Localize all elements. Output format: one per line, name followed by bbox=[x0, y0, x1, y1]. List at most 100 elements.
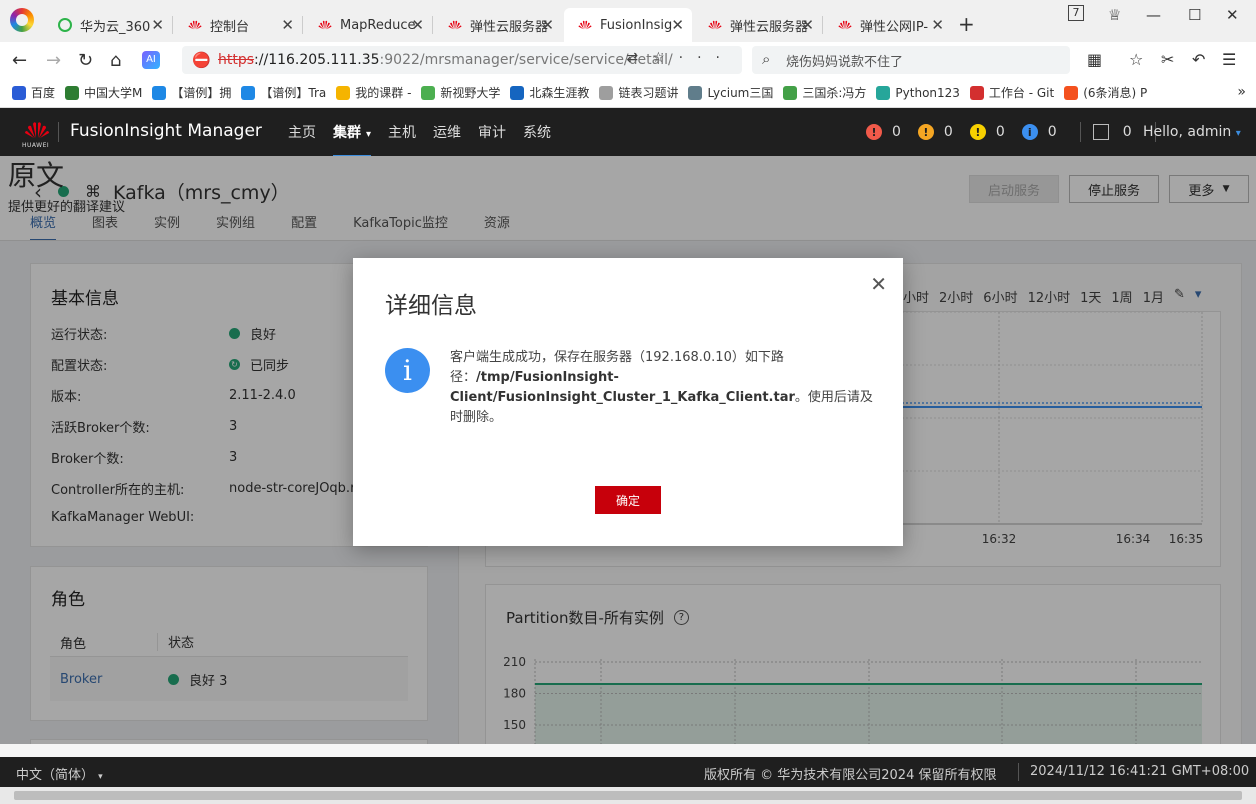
huawei-logo-text: HUAWEI bbox=[22, 142, 50, 149]
minor-alarm-icon: ! bbox=[969, 124, 986, 140]
insecure-lock-icon[interactable]: ⛔ bbox=[192, 51, 211, 69]
bookmark-label: 我的课群 - bbox=[355, 86, 412, 100]
nav-item[interactable]: 主机 bbox=[388, 122, 416, 142]
tab-count-icon[interactable]: 7 bbox=[1068, 5, 1084, 21]
bookmark-item[interactable]: 百度 bbox=[12, 84, 55, 101]
bookmark-item[interactable]: 工作台 - Git bbox=[969, 84, 1054, 101]
close-window-icon[interactable]: ✕ bbox=[1226, 6, 1239, 24]
language-selector[interactable]: 中文（简体） ▾ bbox=[16, 764, 103, 783]
menu-icon[interactable]: ☰ bbox=[1222, 50, 1236, 69]
bookmark-item[interactable]: (6条消息) P bbox=[1064, 84, 1147, 101]
forward-icon[interactable]: → bbox=[46, 50, 61, 71]
huawei-icon bbox=[188, 18, 202, 32]
search-icon: ⌕ bbox=[762, 50, 771, 68]
bookmark-item[interactable]: 我的课群 - bbox=[336, 84, 411, 101]
browser-tab[interactable]: 华为云_360 ✕ bbox=[44, 8, 172, 42]
browser-tab[interactable]: 弹性云服务器 ✕ bbox=[434, 8, 562, 42]
search-text: 烧伤妈妈说款不住了 bbox=[786, 54, 904, 70]
bookmark-label: 【谱例】拥 bbox=[171, 86, 232, 100]
close-tab-icon[interactable]: ✕ bbox=[801, 16, 814, 34]
browser-tab[interactable]: 控制台 ✕ bbox=[174, 8, 302, 42]
tab-title: 弹性云服务器 bbox=[470, 19, 549, 35]
nav-item[interactable]: 主页 bbox=[288, 122, 316, 142]
reload-icon[interactable]: ↻ bbox=[78, 50, 93, 71]
shirt-skin-icon[interactable]: ♕ bbox=[1108, 6, 1121, 24]
copyright-text: 版权所有 © 华为技术有限公司2024 保留所有权限 bbox=[704, 768, 997, 783]
browser-tab[interactable]: FusionInsig ✕ bbox=[564, 8, 692, 42]
nav-item-label: 审计 bbox=[478, 125, 507, 141]
maximize-icon[interactable]: ☐ bbox=[1188, 6, 1201, 24]
tab-title: 控制台 bbox=[210, 19, 250, 35]
more-dots-icon[interactable]: ··· bbox=[679, 50, 734, 66]
nav-item[interactable]: 系统 bbox=[523, 122, 551, 142]
tab-title: 弹性云服务器 bbox=[730, 19, 809, 35]
close-tab-icon[interactable]: ✕ bbox=[411, 16, 424, 34]
nav-item[interactable]: 运维 bbox=[433, 122, 461, 142]
bookmark-item[interactable]: 中国大学M bbox=[65, 84, 142, 101]
bookmark-favicon-icon bbox=[876, 85, 891, 100]
bookmark-item[interactable]: Lycium三国 bbox=[688, 84, 773, 101]
bookmark-favicon-icon bbox=[599, 85, 614, 100]
bookmark-label: (6条消息) P bbox=[1083, 86, 1148, 100]
bookmark-item[interactable]: Python123 bbox=[876, 84, 960, 101]
horizontal-scrollbar[interactable] bbox=[0, 787, 1256, 804]
alarm-counter[interactable]: i0 bbox=[1021, 122, 1057, 142]
favorite-star-icon[interactable]: ☆ bbox=[652, 50, 679, 66]
dialog-message: 客户端生成成功，保存在服务器（192.168.0.10）如下路径：/tmp/Fu… bbox=[450, 348, 880, 428]
caret-down-icon: ▾ bbox=[366, 129, 372, 140]
url-scheme: https bbox=[218, 52, 255, 68]
minimize-icon[interactable]: — bbox=[1146, 6, 1161, 24]
url-input[interactable]: ⛔ https://116.205.111.35:9022/mrsmanager… bbox=[182, 46, 742, 74]
bookmark-favicon-icon bbox=[510, 85, 525, 100]
close-tab-icon[interactable]: ✕ bbox=[151, 16, 164, 34]
alarm-counter[interactable]: ! 0 bbox=[917, 122, 953, 142]
bookmark-favicon-icon bbox=[421, 85, 436, 100]
close-tab-icon[interactable]: ✕ bbox=[281, 16, 294, 34]
nav-item-label: 系统 bbox=[523, 125, 552, 141]
home-icon[interactable]: ⌂ bbox=[110, 50, 121, 71]
user-greeting: Hello, admin bbox=[1143, 124, 1232, 140]
bookmark-item[interactable]: 【谱例】Tra bbox=[241, 84, 326, 101]
nav-item[interactable]: 集群 ▾ bbox=[333, 122, 372, 158]
close-icon[interactable]: ✕ bbox=[870, 272, 887, 296]
browser-logo-icon[interactable] bbox=[10, 8, 34, 32]
confirm-button[interactable]: 确定 bbox=[595, 486, 661, 514]
bookmark-favicon-icon bbox=[783, 85, 798, 100]
tab-title: 弹性公网IP- bbox=[860, 19, 929, 35]
new-tab-icon[interactable]: + bbox=[958, 12, 975, 36]
nav-item[interactable]: 审计 bbox=[478, 122, 506, 142]
close-tab-icon[interactable]: ✕ bbox=[541, 16, 554, 34]
user-menu[interactable]: Hello, admin ▾ bbox=[1143, 124, 1241, 140]
apps-grid-icon[interactable]: ▦ bbox=[1087, 50, 1102, 69]
bookmark-item[interactable]: 北森生涯教 bbox=[510, 84, 589, 101]
undo-icon[interactable]: ↶ bbox=[1192, 50, 1205, 69]
bookmarks-overflow-icon[interactable]: » bbox=[1237, 84, 1246, 100]
bookmark-favicon-icon bbox=[152, 85, 167, 100]
browser-tab[interactable]: 弹性公网IP- ✕ bbox=[824, 8, 952, 42]
bookmark-item[interactable]: 【谱例】拥 bbox=[152, 84, 231, 101]
alarm-counter[interactable]: ! 0 bbox=[866, 122, 901, 142]
tab-divider bbox=[822, 16, 823, 34]
browser-tab[interactable]: 弹性云服务器 ✕ bbox=[694, 8, 822, 42]
browser-tab[interactable]: MapReduce ✕ bbox=[304, 8, 432, 42]
major-alarm-icon: ! bbox=[917, 124, 934, 140]
bookmark-favicon-icon bbox=[688, 85, 703, 100]
bookmark-item[interactable]: 新视野大学 bbox=[421, 84, 500, 101]
ai-assistant-icon[interactable]: AI bbox=[142, 51, 160, 69]
alarm-summary: ! 0 ! 0 ! 0 i 0 0 bbox=[866, 122, 1168, 142]
favorites-list-icon[interactable]: ☆ bbox=[1129, 50, 1143, 69]
search-input[interactable]: ⌕ 烧伤妈妈说款不住了 bbox=[752, 46, 1070, 74]
back-icon[interactable]: ← bbox=[12, 50, 27, 71]
alarm-counter[interactable]: ! 0 bbox=[969, 122, 1005, 142]
tab-divider bbox=[172, 16, 173, 34]
scissors-icon[interactable]: ✂ bbox=[1161, 50, 1174, 69]
bookmark-item[interactable]: 链表习题讲 bbox=[599, 84, 678, 101]
close-tab-icon[interactable]: ✕ bbox=[671, 16, 684, 34]
scrollbar-thumb[interactable] bbox=[14, 791, 1242, 800]
bookmark-item[interactable]: 三国杀:冯方 bbox=[783, 84, 866, 101]
task-counter[interactable]: 0 bbox=[1092, 122, 1132, 142]
translate-icon[interactable]: ⇄ bbox=[626, 50, 652, 66]
server-datetime: 2024/11/12 16:41:21 GMT+08:00 bbox=[1030, 764, 1250, 779]
close-tab-icon[interactable]: ✕ bbox=[931, 16, 944, 34]
warning-alarm-icon: i bbox=[1021, 124, 1038, 140]
